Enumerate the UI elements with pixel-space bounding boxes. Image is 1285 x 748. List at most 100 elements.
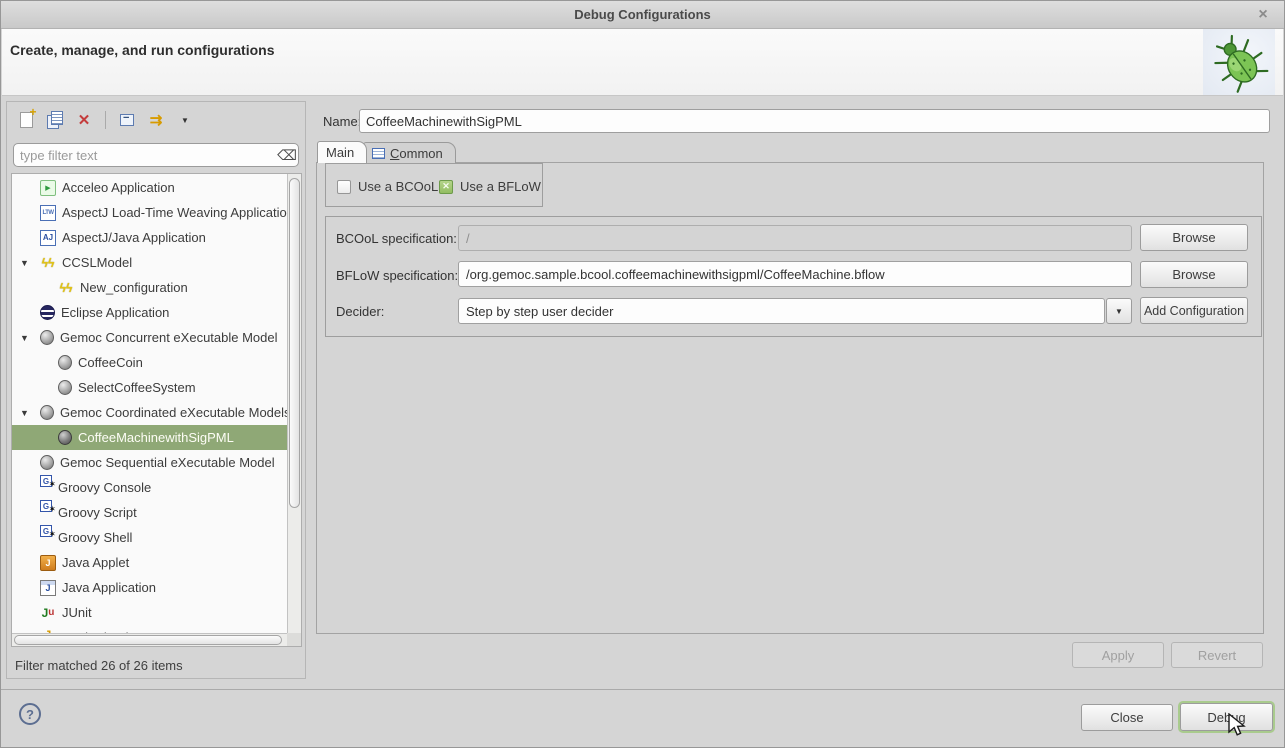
tree-item-coffeemachinewithsigpml[interactable]: CoffeeMachinewithSigPML xyxy=(12,425,287,450)
expand-arrow-icon[interactable]: ▼ xyxy=(20,408,40,418)
decider-dropdown-button[interactable]: ▼ xyxy=(1106,298,1132,324)
scrollbar-corner xyxy=(287,633,301,646)
apply-button[interactable]: Apply xyxy=(1072,642,1164,668)
gemoc-icon xyxy=(40,455,54,470)
clear-filter-icon[interactable]: ⌫ xyxy=(276,147,298,164)
tree-item-gemoc-coordinated[interactable]: ▼ Gemoc Coordinated eXecutable Models xyxy=(12,400,287,425)
aspectj-ltw-icon xyxy=(40,205,56,221)
delete-configuration-button[interactable]: ✕ xyxy=(74,110,94,130)
eclipse-icon xyxy=(40,305,55,320)
tree-item-junit-plugin-test[interactable]: JUnit Plug-in Test xyxy=(12,625,287,633)
tree-item-junit[interactable]: JUnit xyxy=(12,600,287,625)
bcool-spec-label: BCOoL specification: xyxy=(336,231,457,246)
tree-item-new-configuration[interactable]: New_configuration xyxy=(12,275,287,300)
tree-item-groovy-shell[interactable]: Groovy Shell xyxy=(12,525,287,550)
tree-item-java-applet[interactable]: Java Applet xyxy=(12,550,287,575)
bcool-browse-button[interactable]: Browse xyxy=(1140,224,1248,251)
tree-item-label: Gemoc Sequential eXecutable Model xyxy=(60,455,275,470)
configurations-tree: Acceleo Application AspectJ Load-Time We… xyxy=(11,173,302,647)
tree-item-label: Acceleo Application xyxy=(62,180,175,195)
footer-separator xyxy=(1,689,1284,690)
horizontal-scrollbar-thumb[interactable] xyxy=(14,635,282,645)
bflow-checkbox[interactable] xyxy=(439,180,453,194)
new-configuration-button[interactable] xyxy=(16,110,36,130)
filter-launch-button[interactable]: ⇉ xyxy=(146,110,166,130)
title-bar[interactable]: Debug Configurations × xyxy=(1,1,1284,29)
use-bcool-option[interactable]: Use a BCOoL xyxy=(337,179,438,194)
tree-item-acceleo-application[interactable]: Acceleo Application xyxy=(12,175,287,200)
bflow-browse-button[interactable]: Browse xyxy=(1140,261,1248,288)
ccsl-icon xyxy=(40,255,56,271)
add-configuration-button[interactable]: Add Configuration xyxy=(1140,297,1248,324)
chevron-down-icon: ▼ xyxy=(1115,307,1123,316)
ccsl-icon xyxy=(58,280,74,296)
toolbar-separator xyxy=(105,111,106,129)
tree-item-groovy-script[interactable]: Groovy Script xyxy=(12,500,287,525)
gemoc-icon xyxy=(58,355,72,370)
expand-arrow-icon[interactable]: ▼ xyxy=(20,333,40,343)
bflow-spec-label: BFLoW specification: xyxy=(336,268,458,283)
tree-item-label: Eclipse Application xyxy=(61,305,169,320)
decider-combo-input[interactable] xyxy=(458,298,1105,324)
filter-input[interactable] xyxy=(14,148,276,163)
help-icon: ? xyxy=(26,707,34,722)
tab-common[interactable]: Common xyxy=(363,142,456,163)
dialog-header: Create, manage, and run configurations xyxy=(2,29,1283,96)
name-input[interactable] xyxy=(359,109,1270,133)
bcool-checkbox[interactable] xyxy=(337,180,351,194)
tree-item-gemoc-sequential[interactable]: Gemoc Sequential eXecutable Model xyxy=(12,450,287,475)
tree-vertical-scrollbar[interactable] xyxy=(287,174,301,633)
bug-icon xyxy=(1199,22,1280,103)
tree-item-gemoc-concurrent[interactable]: ▼Gemoc Concurrent eXecutable Model xyxy=(12,325,287,350)
tree-item-eclipse-application[interactable]: Eclipse Application xyxy=(12,300,287,325)
bflow-checkbox-label: Use a BFLoW xyxy=(460,179,541,194)
java-applet-icon xyxy=(40,555,56,571)
use-bflow-option[interactable]: Use a BFLoW xyxy=(439,179,541,194)
tree-item-groovy-console[interactable]: Groovy Console xyxy=(12,475,287,500)
collapse-all-icon xyxy=(120,114,134,126)
debug-bug-image xyxy=(1203,29,1275,95)
tree-item-aspectj-java[interactable]: AspectJ/Java Application xyxy=(12,225,287,250)
tree-item-label: CoffeeCoin xyxy=(78,355,143,370)
delete-icon: ✕ xyxy=(78,113,91,128)
vertical-scrollbar-thumb[interactable] xyxy=(289,178,300,508)
bflow-spec-input[interactable] xyxy=(458,261,1132,287)
expand-arrow-icon[interactable]: ▼ xyxy=(20,258,40,268)
window-close-icon[interactable]: × xyxy=(1252,4,1274,26)
gemoc-icon xyxy=(58,380,72,395)
tree-item-label: Groovy Console xyxy=(58,480,151,495)
tree-item-selectcoffeesystem[interactable]: SelectCoffeeSystem xyxy=(12,375,287,400)
filter-icon: ⇉ xyxy=(150,111,163,129)
window-title: Debug Configurations xyxy=(574,7,711,22)
decider-label: Decider: xyxy=(336,304,384,319)
tab-main[interactable]: Main xyxy=(317,141,367,163)
debug-configurations-dialog: Debug Configurations × Create, manage, a… xyxy=(0,0,1285,748)
tree-item-java-application[interactable]: Java Application xyxy=(12,575,287,600)
gemoc-icon xyxy=(40,405,54,420)
tree-item-ccslmodel[interactable]: ▼ CCSLModel xyxy=(12,250,287,275)
tree-item-label: Groovy Script xyxy=(58,505,137,520)
tree-horizontal-scrollbar[interactable] xyxy=(12,633,287,646)
tree-item-label: SelectCoffeeSystem xyxy=(78,380,196,395)
tree-item-label: CCSLModel xyxy=(62,255,132,270)
tree-item-aspectj-ltw[interactable]: AspectJ Load-Time Weaving Application xyxy=(12,200,287,225)
collapse-all-button[interactable] xyxy=(117,110,137,130)
tab-label: Main xyxy=(326,145,354,160)
help-button[interactable]: ? xyxy=(19,703,41,725)
chevron-down-icon: ▼ xyxy=(181,116,189,125)
tree-item-coffeecoin[interactable]: CoffeeCoin xyxy=(12,350,287,375)
page-title: Create, manage, and run configurations xyxy=(10,42,275,58)
tree-item-label: Java Applet xyxy=(62,555,129,570)
revert-button[interactable]: Revert xyxy=(1171,642,1263,668)
toolbar-menu-button[interactable]: ▼ xyxy=(175,110,195,130)
language-option-group: Use a BCOoL Use a BFLoW xyxy=(325,163,543,207)
tree-item-label: Gemoc Coordinated eXecutable Models xyxy=(60,405,287,420)
aspectj-java-icon xyxy=(40,230,56,246)
filter-box: ⌫ xyxy=(13,143,299,167)
bcool-spec-input xyxy=(458,225,1132,251)
close-button[interactable]: Close xyxy=(1081,704,1173,731)
groovy-icon xyxy=(40,475,52,487)
tree-item-label: AspectJ/Java Application xyxy=(62,230,206,245)
duplicate-configuration-button[interactable] xyxy=(45,110,65,130)
filter-status-text: Filter matched 26 of 26 items xyxy=(15,658,183,673)
